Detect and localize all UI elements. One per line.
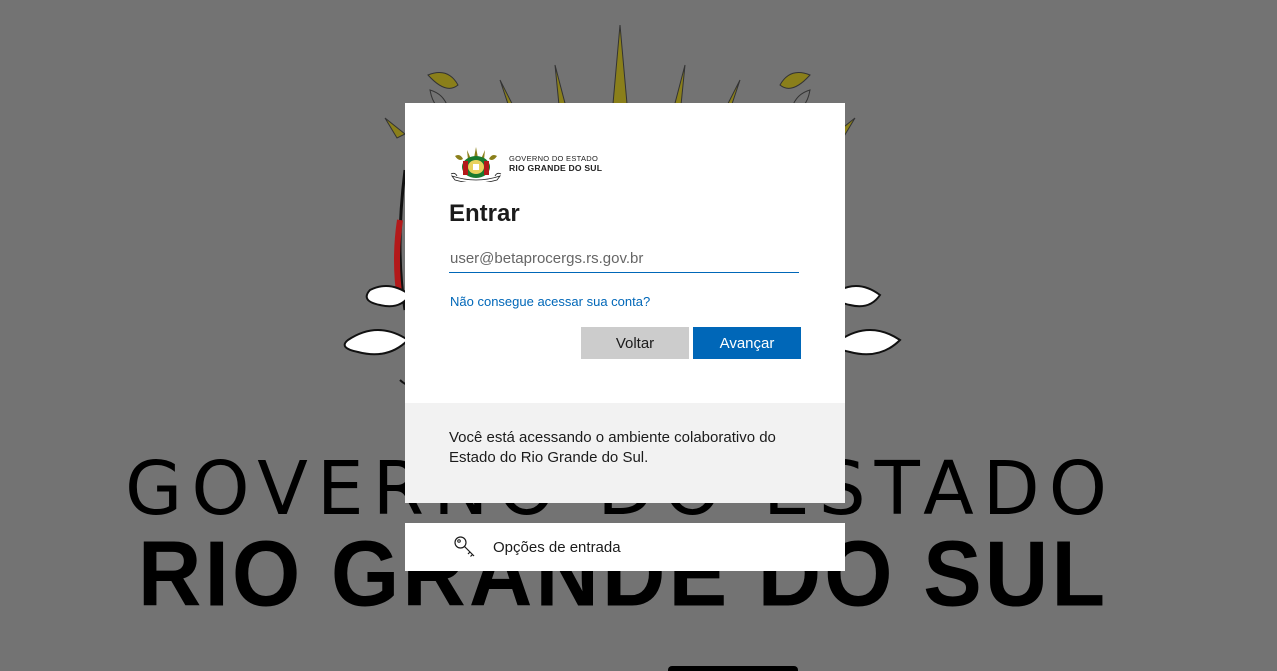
back-button[interactable]: Voltar	[581, 327, 689, 359]
next-button[interactable]: Avançar	[693, 327, 801, 359]
signin-options-button[interactable]: Opções de entrada	[405, 523, 845, 571]
logo-text: GOVERNO DO ESTADO RIO GRANDE DO SUL	[509, 155, 602, 172]
coat-of-arms-icon	[450, 147, 502, 182]
background-bottom-shape	[668, 666, 798, 671]
page-title: Entrar	[449, 200, 520, 227]
info-panel: Você está acessando o ambiente colaborat…	[405, 403, 845, 503]
signin-card: GOVERNO DO ESTADO RIO GRANDE DO SUL Entr…	[405, 103, 845, 403]
cant-access-account-link[interactable]: Não consegue acessar sua conta?	[450, 294, 650, 309]
organization-logo: GOVERNO DO ESTADO RIO GRANDE DO SUL	[449, 146, 602, 182]
signin-options-label: Opções de entrada	[493, 539, 621, 556]
info-text: Você está acessando o ambiente colaborat…	[449, 429, 776, 466]
logo-line2: RIO GRANDE DO SUL	[509, 162, 603, 173]
key-icon	[454, 536, 475, 557]
logo-line1: GOVERNO DO ESTADO	[509, 154, 599, 164]
email-field[interactable]	[449, 245, 799, 273]
